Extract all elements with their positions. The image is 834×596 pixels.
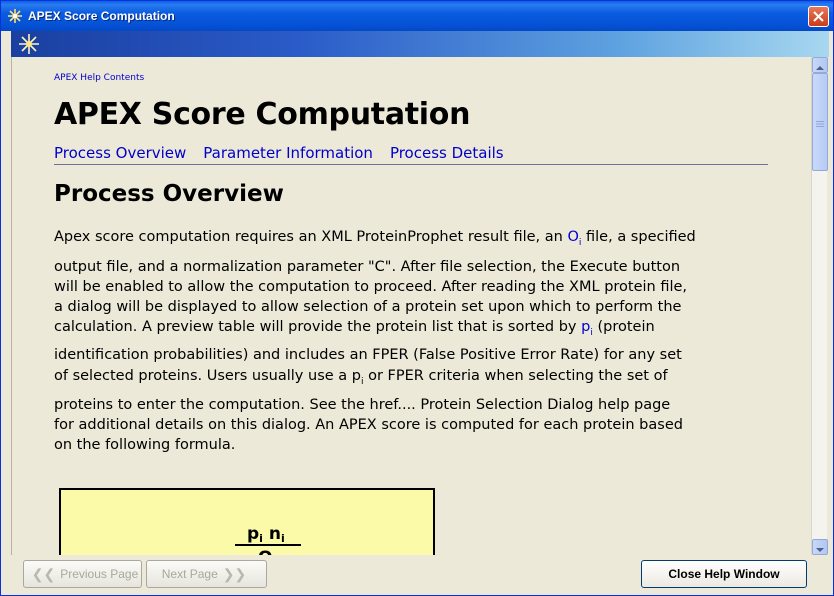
symbol-o: O: [567, 229, 579, 245]
text-segment: Apex score computation requires an XML P…: [54, 229, 568, 245]
page-title: APEX Score Computation: [54, 97, 471, 132]
oi-symbol: Oi: [567, 229, 581, 248]
window-title: APEX Score Computation: [28, 9, 175, 23]
header-banner: [11, 31, 829, 57]
nav-link-process-details[interactable]: Process Details: [390, 144, 504, 162]
apex-formula-box: pi ni O: [59, 488, 435, 555]
section-title: Process Overview: [54, 181, 284, 207]
fraction-bar: [235, 544, 301, 546]
text-segment: of selected proteins. Users usually use …: [54, 368, 361, 384]
section-nav: Process Overview Parameter Information P…: [54, 144, 504, 162]
text-segment: calculation. A preview table will provid…: [54, 319, 582, 335]
close-help-window-button[interactable]: Close Help Window: [641, 560, 807, 588]
text-segment: file, a specified: [581, 229, 696, 245]
paragraph-line: a dialog will be displayed to allow sele…: [54, 299, 682, 315]
divider: [54, 164, 768, 165]
pi-symbol: pi: [581, 319, 593, 338]
previous-page-button[interactable]: ❮❮ Previous Page: [23, 560, 142, 588]
grip-icon: [816, 113, 824, 132]
formula-numerator: pi ni: [247, 524, 285, 545]
title-bar[interactable]: APEX Score Computation: [1, 1, 833, 31]
text-segment: or FPER criteria when selecting the set …: [363, 368, 668, 384]
close-icon: [813, 7, 824, 26]
paragraph-line: on the following formula.: [54, 437, 236, 453]
nav-link-parameter-information[interactable]: Parameter Information: [203, 144, 373, 162]
vertical-scrollbar[interactable]: [811, 57, 828, 555]
help-contents-link[interactable]: APEX Help Contents: [54, 73, 144, 83]
next-page-button[interactable]: Next Page ❯❯: [146, 560, 267, 588]
text-segment: (protein: [592, 319, 655, 335]
apex-star-icon: [7, 8, 23, 24]
paragraph-line: Apex score computation requires an XML P…: [54, 227, 774, 253]
scroll-thumb[interactable]: [812, 73, 828, 171]
next-page-label: Next Page: [161, 567, 218, 581]
chevron-left-icon: ❮❮: [31, 565, 56, 582]
paragraph-line: will be enabled to allow the computation…: [54, 279, 688, 295]
help-content[interactable]: APEX Help Contents APEX Score Computatio…: [11, 57, 811, 555]
symbol-p: p: [581, 319, 591, 335]
scroll-up-button[interactable]: [812, 57, 828, 73]
help-window: APEX Score Computation APEX Help Content…: [0, 0, 834, 596]
previous-page-label: Previous Page: [60, 567, 139, 581]
paragraph-line: identification probabilities) and includ…: [54, 347, 682, 363]
paragraph-line: of selected proteins. Users usually use …: [54, 366, 774, 392]
formula-denominator: O: [258, 548, 272, 555]
paragraph-line: for additional details on this dialog. A…: [54, 417, 683, 433]
nav-link-process-overview[interactable]: Process Overview: [54, 144, 186, 162]
close-help-window-label: Close Help Window: [668, 567, 780, 581]
close-window-button[interactable]: [808, 6, 829, 27]
paragraph-line: calculation. A preview table will provid…: [54, 317, 774, 343]
paragraph-line: proteins to enter the computation. See t…: [54, 397, 671, 413]
formula-n: n: [262, 524, 281, 544]
formula-p: p: [247, 524, 260, 544]
chevron-right-icon: ❯❯: [222, 565, 247, 582]
arrow-down-icon: [816, 538, 824, 557]
footer-bar: ❮❮ Previous Page Next Page ❯❯ Close Help…: [1, 557, 833, 595]
arrow-up-icon: [816, 56, 824, 75]
apex-logo-icon: [17, 32, 41, 56]
paragraph-line: output file, and a normalization paramet…: [54, 259, 681, 275]
scroll-down-button[interactable]: [812, 539, 828, 555]
